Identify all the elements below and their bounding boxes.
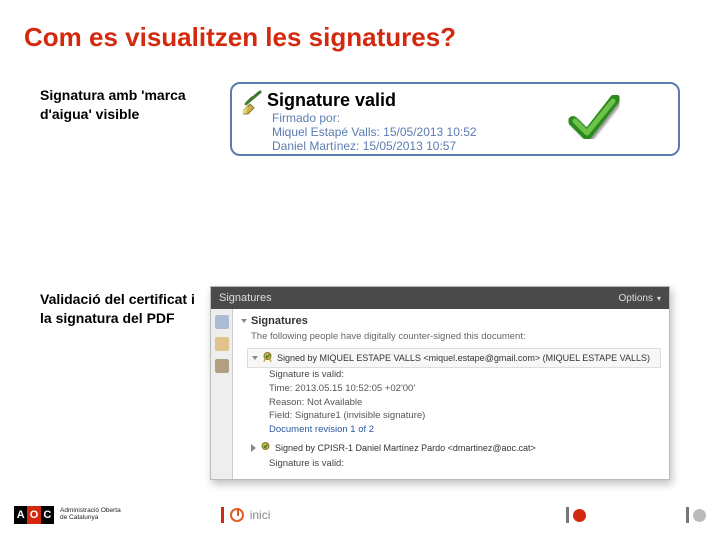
grey-dot-icon [693, 509, 706, 522]
aoc-text-2: de Catalunya [60, 515, 121, 522]
inici-label: inici [250, 508, 271, 522]
page-title: Com es visualitzen les signatures? [0, 0, 720, 53]
power-icon [230, 508, 244, 522]
signature-revision[interactable]: Document revision 1 of 2 [269, 423, 661, 437]
signatures-heading-text: Signatures [251, 315, 308, 327]
expand-down-icon [252, 356, 258, 360]
footer: A O C Administració Oberta de Catalunya … [14, 506, 706, 524]
rosette-icon [262, 351, 273, 365]
green-checkmark-icon [563, 89, 623, 154]
panel-body: Signatures The following people have dig… [211, 309, 669, 479]
signer-entry-1[interactable]: Signed by MIQUEL ESTAPE VALLS <miquel.es… [247, 348, 661, 368]
panel-main: Signatures The following people have dig… [233, 309, 669, 479]
row-pdf-validation: Validació del certificat i la signatura … [40, 286, 700, 480]
rosette-icon [260, 441, 271, 455]
expand-right-icon [251, 444, 256, 452]
expand-down-icon[interactable] [241, 319, 247, 323]
content-area: Signatura amb 'marca d'aigua' visible Si… [40, 82, 700, 480]
row-watermark-signature: Signatura amb 'marca d'aigua' visible Si… [40, 82, 700, 156]
panel-sidebar [211, 309, 233, 479]
signer-entry-2[interactable]: Signed by CPISR-1 Daniel Martínez Pardo … [247, 439, 661, 457]
aoc-text: Administració Oberta de Catalunya [60, 508, 121, 522]
vertical-bar-icon [221, 507, 224, 523]
chevron-down-icon: ▾ [657, 294, 661, 303]
panel-options-label: Options [619, 293, 653, 304]
panel-header: Signatures Options ▾ [211, 287, 669, 309]
signer-2-text: Signed by CPISR-1 Daniel Martínez Pardo … [275, 443, 536, 453]
vertical-bar-icon [566, 507, 569, 523]
vertical-bar-icon [686, 507, 689, 523]
signatures-help-text: The following people have digitally coun… [251, 331, 661, 342]
sidebar-signatures-icon[interactable] [215, 359, 229, 373]
footer-left: A O C Administració Oberta de Catalunya … [14, 506, 270, 524]
signature-valid-line-2: Signature is valid: [269, 457, 661, 471]
sidebar-thumbnails-icon[interactable] [215, 315, 229, 329]
signature-valid-box: Signature valid Firmado por: Miquel Esta… [230, 82, 680, 156]
label-pdf-validation: Validació del certificat i la signatura … [40, 286, 200, 328]
signature-time: Time: 2013.05.15 10:52:05 +02'00' [269, 382, 661, 396]
footer-right [566, 507, 706, 523]
signature-reason: Reason: Not Available [269, 396, 661, 410]
aoc-badge-c: C [41, 506, 54, 524]
signer-1-text: Signed by MIQUEL ESTAPE VALLS <miquel.es… [277, 353, 650, 363]
nav-prev[interactable] [566, 507, 586, 523]
signature-field: Field: Signature1 (invisible signature) [269, 409, 661, 423]
panel-options-menu[interactable]: Options ▾ [619, 293, 661, 304]
signature-details-1: Signature is valid: Time: 2013.05.15 10:… [269, 368, 661, 437]
label-watermark: Signatura amb 'marca d'aigua' visible [40, 82, 200, 124]
panel-header-title: Signatures [219, 292, 272, 304]
signatures-panel: Signatures Options ▾ Signatures [210, 286, 670, 480]
pen-checkmark-icon [240, 90, 266, 121]
aoc-badge: A O C [14, 506, 54, 524]
aoc-logo: A O C Administració Oberta de Catalunya [14, 506, 121, 524]
signatures-section-heading: Signatures [241, 315, 661, 327]
inici-button[interactable]: inici [221, 507, 271, 523]
aoc-badge-a: A [14, 506, 27, 524]
red-dot-icon [573, 509, 586, 522]
signature-valid-line: Signature is valid: [269, 368, 661, 382]
sidebar-bookmarks-icon[interactable] [215, 337, 229, 351]
signature-details-2: Signature is valid: [269, 457, 661, 471]
aoc-badge-o: O [27, 506, 40, 524]
nav-next[interactable] [686, 507, 706, 523]
